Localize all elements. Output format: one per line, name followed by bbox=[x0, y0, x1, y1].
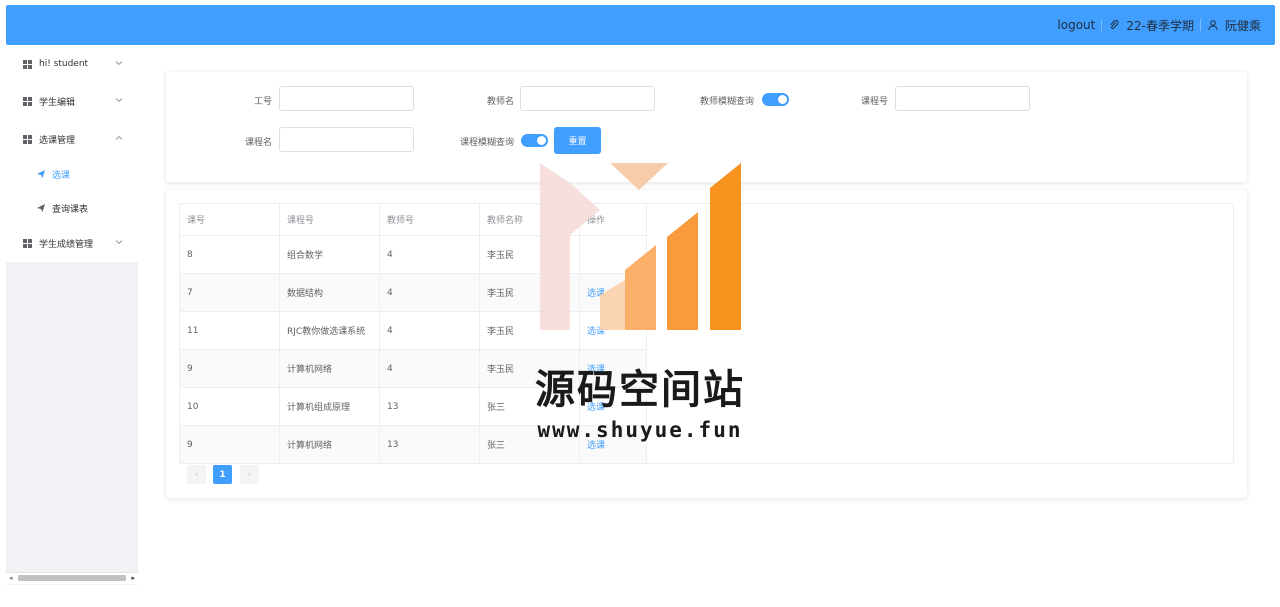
table-cell: 4 bbox=[380, 236, 480, 274]
teacher-fuzzy-switch[interactable] bbox=[762, 93, 789, 106]
header-divider bbox=[1101, 19, 1103, 31]
sidebar-item-hi-student[interactable]: hi! student bbox=[6, 46, 138, 82]
table-header-cell: 课程号 bbox=[280, 204, 380, 236]
course-no-input[interactable] bbox=[895, 86, 1030, 111]
table-cell: 10 bbox=[180, 388, 280, 426]
table-cell: 11 bbox=[180, 312, 280, 350]
sidebar-item-grade-mgmt[interactable]: 学生成绩管理 bbox=[6, 225, 138, 261]
sidebar-item-label: 选课 bbox=[52, 170, 71, 181]
grid-icon bbox=[23, 59, 32, 69]
teacher-name-label: 教师名 bbox=[486, 97, 514, 107]
chevron-down-icon bbox=[115, 240, 123, 245]
scroll-left-icon[interactable]: ◂ bbox=[9, 574, 13, 582]
table-cell: 组合数学 bbox=[280, 236, 380, 274]
sidebar-item-label: 查询课表 bbox=[52, 204, 89, 215]
grid-icon bbox=[23, 238, 32, 248]
sidebar-item-student-edit[interactable]: 学生编辑 bbox=[6, 83, 138, 119]
grid-icon bbox=[23, 134, 32, 144]
teacher-id-label: 工号 bbox=[253, 97, 272, 107]
course-fuzzy-label: 课程模糊查询 bbox=[459, 138, 514, 148]
top-header: logout 22-春季学期 阮健乘 bbox=[6, 5, 1275, 45]
sidebar: hi! student 学生编辑 选课管理 选课 查询课表 学生成绩管理 bbox=[6, 45, 138, 585]
teacher-fuzzy-label: 教师模糊查询 bbox=[699, 97, 754, 107]
sidebar-item-label: hi! student bbox=[39, 59, 89, 69]
term-label: 22-春季学期 bbox=[1126, 18, 1194, 33]
sidebar-item-label: 选课管理 bbox=[39, 135, 76, 146]
scroll-right-icon[interactable]: ▸ bbox=[131, 574, 135, 582]
table-cell: 数据结构 bbox=[280, 274, 380, 312]
table-cell: 9 bbox=[180, 350, 280, 388]
table-cell: 4 bbox=[380, 350, 480, 388]
watermark-logo bbox=[540, 163, 741, 330]
user-icon bbox=[1207, 19, 1219, 31]
table-cell: 13 bbox=[380, 388, 480, 426]
header-divider bbox=[1199, 19, 1201, 31]
table-cell: 计算机网络 bbox=[280, 350, 380, 388]
table-cell: 7 bbox=[180, 274, 280, 312]
table-cell: 9 bbox=[180, 426, 280, 464]
table-cell: 计算机网络 bbox=[280, 426, 380, 464]
user-menu[interactable]: 阮健乘 bbox=[1207, 17, 1261, 34]
next-page-button[interactable]: › bbox=[240, 465, 259, 484]
chevron-down-icon bbox=[115, 61, 123, 66]
table-cell: 4 bbox=[380, 274, 480, 312]
sidebar-item-query-timetable[interactable]: 查询课表 bbox=[6, 190, 138, 226]
table-cell: RJC教你做选课系统 bbox=[280, 312, 380, 350]
prev-page-button[interactable]: ‹ bbox=[187, 465, 206, 484]
paperclip-icon bbox=[1108, 19, 1120, 31]
scrollbar-thumb[interactable] bbox=[18, 575, 126, 581]
teacher-id-input[interactable] bbox=[279, 86, 414, 111]
sidebar-item-label: 学生编辑 bbox=[39, 97, 76, 108]
table-header-cell: 教师号 bbox=[380, 204, 480, 236]
term-selector[interactable]: 22-春季学期 bbox=[1108, 17, 1194, 34]
sidebar-menu: hi! student 学生编辑 选课管理 选课 查询课表 学生成绩管理 bbox=[6, 45, 138, 262]
course-name-input[interactable] bbox=[279, 127, 414, 152]
paper-plane-icon bbox=[36, 203, 46, 213]
watermark-url: www.shuyue.fun bbox=[537, 418, 743, 442]
sidebar-item-course-selection-mgmt[interactable]: 选课管理 bbox=[6, 121, 138, 157]
course-no-label: 课程号 bbox=[860, 97, 888, 107]
table-cell: 计算机组成原理 bbox=[280, 388, 380, 426]
table-cell: 8 bbox=[180, 236, 280, 274]
reset-button[interactable]: 重置 bbox=[554, 127, 601, 154]
chevron-down-icon bbox=[115, 98, 123, 103]
sidebar-item-select-course[interactable]: 选课 bbox=[6, 156, 138, 192]
sidebar-item-label: 学生成绩管理 bbox=[39, 239, 94, 250]
course-name-label: 课程名 bbox=[244, 138, 272, 148]
watermark-title: 源码空间站 bbox=[535, 367, 745, 413]
table-cell: 13 bbox=[380, 426, 480, 464]
table-cell: 4 bbox=[380, 312, 480, 350]
chevron-up-icon bbox=[115, 135, 123, 140]
sidebar-horizontal-scrollbar[interactable]: ◂ ▸ bbox=[6, 572, 138, 584]
user-name: 阮健乘 bbox=[1224, 18, 1261, 33]
course-fuzzy-switch[interactable] bbox=[521, 134, 548, 147]
page-number-button[interactable]: 1 bbox=[213, 465, 232, 484]
paper-plane-icon bbox=[36, 169, 46, 179]
logout-link[interactable]: logout bbox=[1057, 18, 1095, 32]
grid-icon bbox=[23, 96, 32, 106]
teacher-name-input[interactable] bbox=[520, 86, 655, 111]
table-header-cell: 课号 bbox=[180, 204, 280, 236]
